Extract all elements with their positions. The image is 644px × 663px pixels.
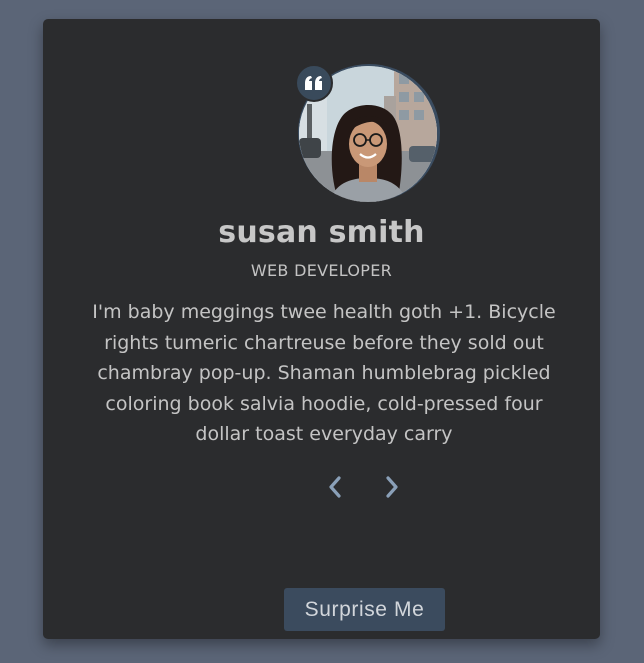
surprise-me-button[interactable]: Surprise Me — [284, 588, 445, 631]
chevron-left-icon — [329, 476, 341, 498]
avatar-container — [295, 64, 440, 202]
person-name: susan smith — [218, 215, 425, 250]
quote-icon — [295, 64, 333, 102]
next-button[interactable] — [377, 472, 407, 502]
person-job: WEB DEVELOPER — [250, 261, 393, 280]
review-card: susan smith WEB DEVELOPER I'm baby meggi… — [43, 19, 600, 639]
prev-button[interactable] — [320, 472, 350, 502]
review-text: I'm baby meggings twee health goth +1. B… — [92, 301, 556, 445]
chevron-right-icon — [386, 476, 398, 498]
